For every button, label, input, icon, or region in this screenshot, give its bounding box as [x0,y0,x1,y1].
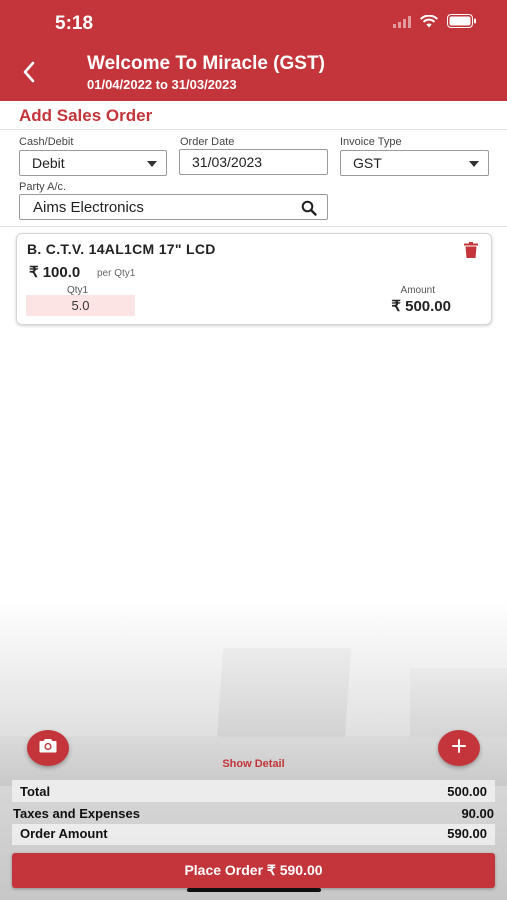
title-divider [0,129,507,130]
item-name: B. C.T.V. 14AL1CM 17" LCD [27,241,216,257]
status-icons [393,14,477,33]
battery-icon [447,14,477,33]
back-button[interactable] [14,58,44,90]
wifi-icon [420,14,438,33]
status-time: 5:18 [55,13,94,34]
order-item-card[interactable]: B. C.T.V. 14AL1CM 17" LCD ₹ 100.0 per Qt… [16,233,492,325]
party-search-field[interactable]: Aims Electronics [19,194,328,220]
taxes-value: 90.00 [461,806,494,821]
party-value: Aims Electronics [33,198,144,216]
cash-debit-select[interactable]: Debit [19,150,167,176]
order-date-field[interactable]: 31/03/2023 [179,149,328,175]
place-order-button[interactable]: Place Order ₹ 590.00 [12,853,495,888]
chevron-left-icon [22,61,36,88]
trash-icon[interactable] [464,242,478,263]
item-price: ₹ 100.0 [29,264,81,281]
total-row-bg [12,780,495,802]
amount-label: Amount [400,285,435,296]
invoice-type-value: GST [353,155,382,171]
invoice-type-label: Invoice Type [340,136,402,148]
item-amount: ₹ 500.00 [391,298,451,315]
financial-year-range: 01/04/2022 to 31/03/2023 [87,77,237,92]
chevron-down-icon [147,161,157,167]
search-icon[interactable] [301,200,317,220]
item-price-unit: per Qty1 [97,268,136,279]
total-label: Total [20,784,51,799]
taxes-label: Taxes and Expenses [13,806,140,821]
order-date-label: Order Date [180,136,235,148]
cash-debit-label: Cash/Debit [19,136,74,148]
app-title: Welcome To Miracle (GST) [87,53,325,74]
party-label: Party A/c. [19,181,67,193]
form-divider [0,226,507,227]
app-header: 5:18 Welcome To Miracle (GST) 01/04/2022… [0,0,507,101]
chevron-down-icon [469,161,479,167]
qty-input[interactable]: 5.0 [26,295,135,316]
plus-icon [452,738,466,758]
background-laptop [216,648,352,738]
signal-icon [393,15,411,33]
order-date-value: 31/03/2023 [192,154,263,170]
invoice-type-select[interactable]: GST [340,150,489,176]
page-title: Add Sales Order [19,106,153,125]
order-amount-label: Order Amount [20,826,108,841]
camera-icon [39,738,57,758]
show-detail-link[interactable]: Show Detail [0,758,507,770]
total-value: 500.00 [447,784,487,799]
cash-debit-value: Debit [32,155,65,171]
order-amount-value: 590.00 [447,826,487,841]
background-monitor [410,668,507,738]
home-indicator [187,888,321,892]
